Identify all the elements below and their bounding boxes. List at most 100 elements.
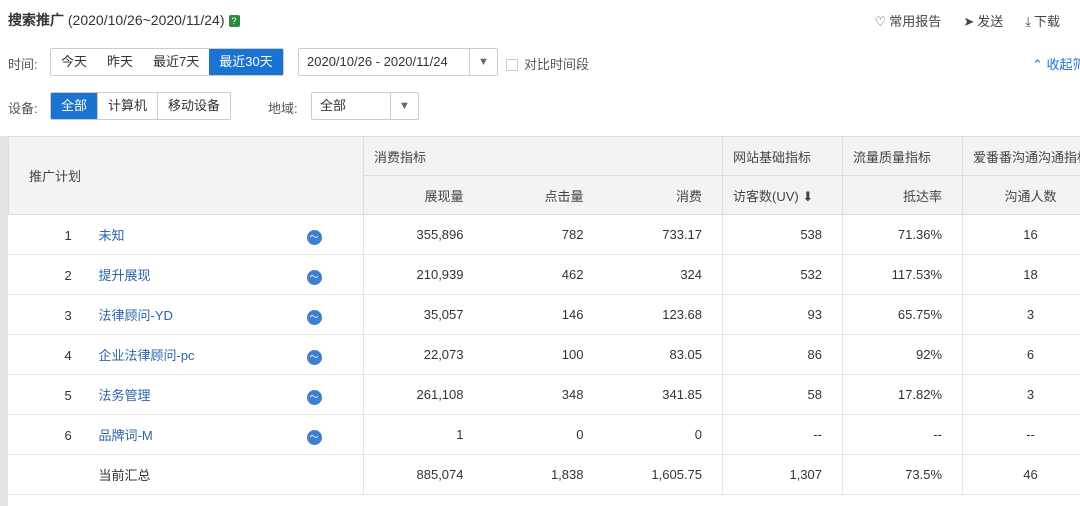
table-cell: -- bbox=[962, 414, 1080, 455]
plan-cell: 6 品牌词-M 〜 bbox=[8, 414, 364, 455]
table-cell: 92% bbox=[842, 334, 964, 375]
table-cell: 22,073 bbox=[363, 334, 484, 375]
table-row: 2 提升展现〜 210,939 462 324 532 117.53% 18 bbox=[8, 254, 1080, 295]
table-cell: 123.68 bbox=[603, 294, 724, 335]
trend-chart-icon[interactable]: 〜 bbox=[306, 309, 322, 325]
table-cell: 93 bbox=[722, 294, 844, 335]
table-cell: 1 bbox=[363, 414, 484, 455]
time-range-selector: 今天 昨天 最近7天 最近30天 bbox=[50, 48, 284, 76]
trend-chart-icon[interactable]: 〜 bbox=[306, 429, 322, 445]
table-cell: 17.82% bbox=[842, 374, 964, 415]
table-cell: 1,307 bbox=[722, 454, 844, 495]
trend-chart-icon[interactable]: 〜 bbox=[306, 349, 322, 365]
chevron-down-icon[interactable]: ▼ bbox=[390, 93, 418, 119]
group-header: 爱番番沟通沟通指标 bbox=[962, 136, 1080, 176]
total-label: 当前汇总 bbox=[98, 468, 151, 483]
plan-link[interactable]: 未知 bbox=[99, 225, 307, 244]
plan-link[interactable]: 提升展现 bbox=[99, 265, 307, 284]
table-cell: 100 bbox=[483, 334, 604, 375]
table-cell: 3 bbox=[962, 294, 1080, 335]
region-label: 地域: bbox=[268, 101, 298, 116]
plan-cell: 1 未知〜 bbox=[8, 214, 364, 255]
trend-chart-icon[interactable]: 〜 bbox=[306, 269, 322, 285]
table-cell: 0 bbox=[483, 414, 604, 455]
group-header: 网站基础指标 bbox=[722, 136, 844, 176]
table-cell: 73.5% bbox=[842, 454, 964, 495]
time-option[interactable]: 最近30天 bbox=[209, 49, 283, 75]
toplink-download[interactable]: ⤓ 下载 bbox=[1025, 11, 1060, 30]
table-cell: 538 bbox=[722, 214, 844, 255]
toplink-label: 常用报告 bbox=[889, 14, 942, 29]
table-cell: 18 bbox=[962, 254, 1080, 295]
help-icon[interactable]: ? bbox=[228, 15, 240, 27]
column-header[interactable]: 展现量 bbox=[363, 175, 484, 215]
table-cell: 324 bbox=[603, 254, 724, 295]
table-cell: 1,605.75 bbox=[603, 454, 724, 495]
trend-chart-icon[interactable]: 〜 bbox=[306, 229, 322, 245]
device-option[interactable]: 全部 bbox=[51, 93, 98, 119]
plan-link[interactable]: 品牌词-M bbox=[99, 425, 307, 444]
table-cell: 6 bbox=[962, 334, 1080, 375]
compare-checkbox[interactable]: 对比时间段 bbox=[506, 54, 589, 73]
table-cell: 261,108 bbox=[363, 374, 484, 415]
date-range-picker[interactable]: 2020/10/26 - 2020/11/24 ▼ bbox=[298, 48, 498, 76]
table-cell: 355,896 bbox=[363, 214, 484, 255]
toplink-send[interactable]: ➤ 发送 bbox=[963, 11, 1003, 30]
group-header: 流量质量指标 bbox=[842, 136, 964, 176]
table-cell: 146 bbox=[483, 294, 604, 335]
table-cell: 733.17 bbox=[603, 214, 724, 255]
time-option[interactable]: 昨天 bbox=[97, 49, 144, 75]
table-cell: 16 bbox=[962, 214, 1080, 255]
table-row: 1 未知〜 355,896 782 733.17 538 71.36% 16 bbox=[8, 214, 1080, 255]
device-option[interactable]: 计算机 bbox=[97, 93, 158, 119]
collapse-filters-link[interactable]: ⌃ 收起筛 bbox=[1032, 54, 1080, 73]
group-header: 消费指标 bbox=[362, 136, 724, 176]
table-cell: 341.85 bbox=[603, 374, 724, 415]
column-header[interactable]: 消费 bbox=[603, 175, 724, 215]
plan-link[interactable]: 法务管理 bbox=[99, 385, 307, 404]
row-index: 4 bbox=[64, 347, 72, 363]
table-cell: 348 bbox=[483, 374, 604, 415]
row-index: 1 bbox=[64, 227, 72, 243]
checkbox-icon[interactable] bbox=[506, 59, 518, 71]
region-value: 全部 bbox=[320, 98, 347, 113]
table-cell: 86 bbox=[722, 334, 844, 375]
table-cell: -- bbox=[722, 414, 844, 455]
compare-label: 对比时间段 bbox=[524, 57, 590, 72]
table-cell: -- bbox=[842, 414, 964, 455]
table-cell: 210,939 bbox=[363, 254, 484, 295]
device-selector: 全部 计算机 移动设备 bbox=[50, 92, 232, 120]
plan-header: 推广计划 bbox=[8, 136, 364, 215]
column-header[interactable]: 抵达率 bbox=[842, 175, 964, 215]
region-select[interactable]: 全部 ▼ bbox=[311, 92, 419, 120]
report-table: 推广计划 消费指标 网站基础指标 流量质量指标 爱番番沟通沟通指标 展现量 点击量… bbox=[0, 136, 1080, 506]
trend-chart-icon[interactable]: 〜 bbox=[306, 389, 322, 405]
date-range-value: 2020/10/26 - 2020/11/24 bbox=[307, 54, 448, 69]
sort-desc-icon[interactable]: ⬇ bbox=[802, 189, 813, 204]
plan-cell: 5 法务管理〜 bbox=[8, 374, 364, 415]
table-cell: 885,074 bbox=[363, 454, 484, 495]
total-row: 当前汇总 885,074 1,838 1,605.75 1,307 73.5% 46 bbox=[8, 454, 1080, 495]
row-index: 3 bbox=[64, 307, 72, 323]
device-option[interactable]: 移动设备 bbox=[157, 93, 231, 119]
time-option[interactable]: 最近7天 bbox=[143, 49, 210, 75]
table-cell: 782 bbox=[483, 214, 604, 255]
column-header[interactable]: 访客数(UV) ⬇ bbox=[722, 175, 844, 215]
row-index: 2 bbox=[64, 267, 72, 283]
column-header[interactable]: 点击量 bbox=[483, 175, 604, 215]
plan-link[interactable]: 企业法律顾问-pc bbox=[99, 345, 307, 364]
table-cell: 83.05 bbox=[603, 334, 724, 375]
toplink-label: 下载 bbox=[1033, 14, 1060, 29]
table-cell: 0 bbox=[603, 414, 724, 455]
time-option[interactable]: 今天 bbox=[51, 49, 98, 75]
column-header[interactable]: 沟通人数 bbox=[962, 175, 1080, 215]
table-row: 3 法律顾问-YD 〜 35,057 146 123.68 93 65.75% 3 bbox=[8, 294, 1080, 335]
row-index: 6 bbox=[64, 427, 72, 443]
toplink-heart[interactable]: ♡ 常用报告 bbox=[875, 11, 942, 30]
top-actions: ♡ 常用报告 ➤ 发送 ⤓ 下载 bbox=[875, 11, 1060, 30]
toplink-label: 发送 bbox=[977, 14, 1004, 29]
chevron-down-icon[interactable]: ▼ bbox=[469, 49, 497, 75]
table-cell: 462 bbox=[483, 254, 604, 295]
table-cell: 46 bbox=[962, 454, 1080, 495]
plan-link[interactable]: 法律顾问-YD bbox=[99, 305, 307, 324]
